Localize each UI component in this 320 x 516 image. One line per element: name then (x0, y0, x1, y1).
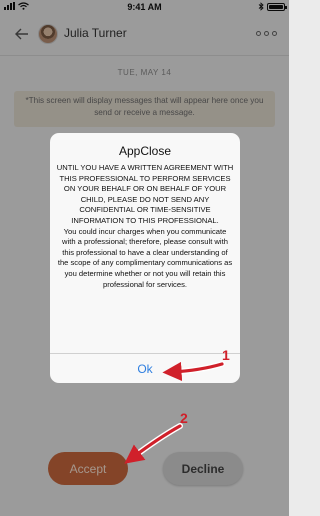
annotation-arrow-1 (162, 361, 225, 382)
annotation-arrow-2 (124, 423, 183, 464)
annotation-step-2: 2 (180, 410, 188, 426)
tutorial-annotations (124, 361, 225, 464)
annotation-step-1: 1 (222, 347, 230, 363)
